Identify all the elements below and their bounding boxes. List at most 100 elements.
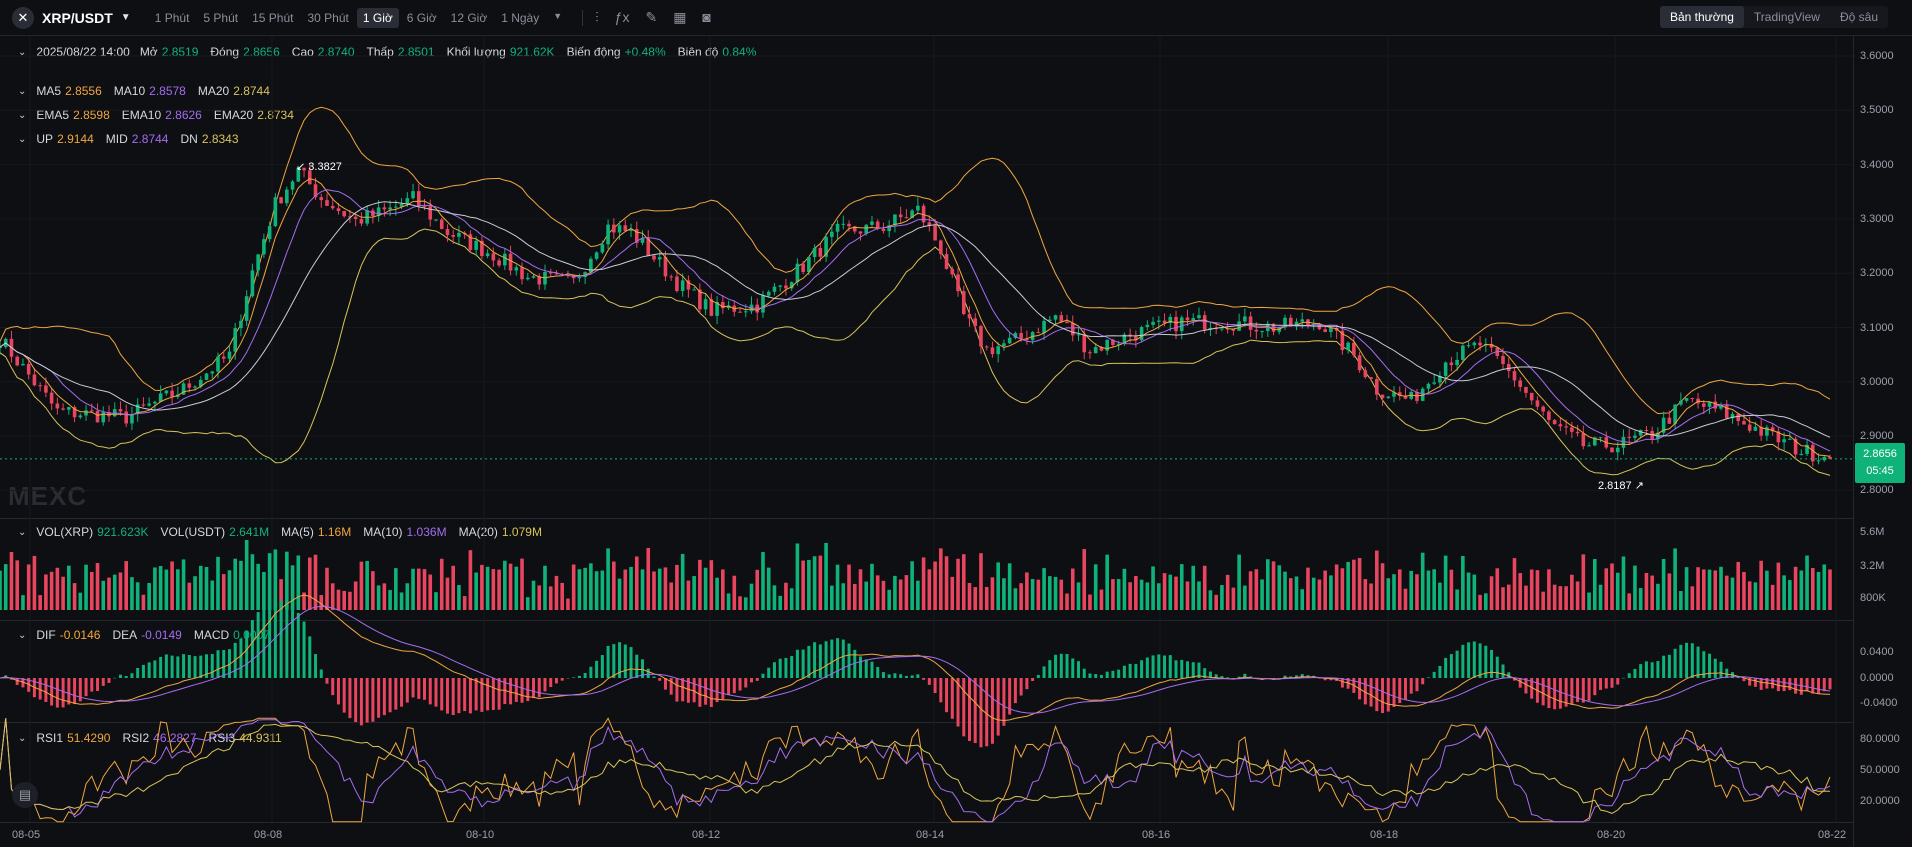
- macd-histogram-bar: [1163, 655, 1167, 678]
- macd-histogram-bar: [1002, 678, 1006, 726]
- volume-bar: [634, 556, 639, 610]
- candle-body: [1506, 363, 1511, 372]
- volume-bar: [1116, 579, 1121, 610]
- volume-bar: [491, 569, 496, 610]
- candle-body: [1375, 378, 1379, 395]
- macd-histogram-bar: [1036, 674, 1040, 678]
- volume-bar: [342, 590, 347, 610]
- volume-bar: [1191, 565, 1196, 610]
- volume-bar: [698, 559, 702, 610]
- volume-bar: [1541, 591, 1545, 610]
- volume-bar: [675, 564, 679, 610]
- macd-histogram-bar: [818, 644, 822, 678]
- volume-bar: [508, 563, 513, 610]
- macd-histogram-bar: [1478, 643, 1482, 678]
- candle-body: [577, 277, 582, 279]
- macd-histogram-bar: [1013, 678, 1017, 704]
- volume-bar: [1088, 594, 1092, 610]
- volume-bar: [434, 592, 438, 610]
- candle-body: [1323, 329, 1327, 332]
- price-tick: 3.2000: [1860, 267, 1894, 280]
- macd-histogram-bar: [566, 678, 570, 679]
- price-scale[interactable]: 3.6000 3.5000 3.4000 3.3000 3.2000 3.1000 3.00…: [1853, 36, 1912, 847]
- macd-histogram-bar: [589, 666, 593, 678]
- candle-body: [78, 415, 83, 418]
- candle-body: [457, 232, 461, 237]
- volume-bar: [824, 542, 828, 610]
- macd-histogram-bar: [491, 678, 495, 710]
- volume-bar: [1076, 582, 1081, 610]
- volume-bar: [439, 558, 444, 610]
- volume-bar: [1644, 572, 1649, 610]
- calendar-icon[interactable]: ▤: [12, 782, 38, 808]
- volume-bar: [399, 592, 404, 610]
- candle-body: [38, 385, 42, 387]
- candle-body: [262, 239, 266, 255]
- volume-bar: [1007, 563, 1012, 610]
- volume-bar: [1300, 589, 1305, 610]
- volume-bar: [158, 566, 163, 610]
- volume-bar: [766, 567, 771, 610]
- candle-body: [738, 311, 742, 313]
- volume-bar: [1030, 579, 1035, 610]
- macd-histogram-bar: [1409, 678, 1413, 694]
- macd-histogram-bar: [354, 678, 358, 723]
- scale-tick: 3.2M: [1860, 560, 1885, 572]
- macd-histogram-bar: [904, 675, 908, 678]
- candle-body: [772, 286, 777, 292]
- macd-histogram-bar: [55, 678, 59, 708]
- volume-bar: [285, 551, 289, 610]
- candle-body: [124, 411, 129, 424]
- date-tick: 08-14: [916, 829, 945, 841]
- macd-histogram-bar: [721, 678, 725, 700]
- candle-body: [1621, 436, 1626, 448]
- candle-body: [858, 231, 863, 234]
- macd-histogram-bar: [1656, 661, 1660, 678]
- candle-body: [508, 253, 513, 271]
- macd-histogram-bar: [1639, 664, 1643, 678]
- macd-histogram-bar: [1076, 661, 1080, 678]
- volume-bar: [738, 596, 742, 610]
- volume-bar: [1518, 573, 1523, 610]
- macd-histogram-bar: [1099, 675, 1103, 678]
- candle-body: [1157, 320, 1161, 322]
- macd-histogram-bar: [1157, 654, 1161, 678]
- macd-histogram-bar: [268, 603, 272, 678]
- candle-body: [250, 270, 255, 297]
- volume-bar: [680, 553, 685, 610]
- volume-bar: [267, 553, 272, 610]
- volume-bar: [336, 589, 341, 610]
- volume-bar: [112, 574, 117, 610]
- macd-histogram-bar: [973, 678, 977, 744]
- candle-body: [1541, 406, 1545, 412]
- date-tick: 08-18: [1370, 829, 1399, 841]
- date-tick: 08-08: [254, 829, 283, 841]
- candle-body: [32, 374, 37, 386]
- candle-body: [623, 225, 628, 231]
- macd-histogram-bar: [411, 678, 415, 698]
- volume-bar: [1231, 587, 1236, 610]
- macd-histogram-bar: [1518, 678, 1522, 688]
- candle-body: [1747, 424, 1752, 431]
- candle-body: [795, 263, 800, 283]
- macd-histogram-bar: [1690, 643, 1694, 678]
- volume-bar: [646, 547, 651, 610]
- candle-body: [1346, 342, 1350, 351]
- macd-histogram-bar: [400, 678, 404, 707]
- volume-bar: [784, 582, 788, 610]
- volume-bar: [348, 591, 352, 610]
- macd-histogram-bar: [738, 678, 742, 691]
- volume-bar: [623, 569, 628, 610]
- macd-histogram-bar: [319, 669, 323, 678]
- volume-bar: [944, 556, 949, 610]
- chart-canvas[interactable]: [0, 0, 1853, 847]
- macd-histogram-bar: [440, 678, 444, 711]
- volume-bar: [388, 590, 392, 610]
- macd-histogram-bar: [709, 678, 713, 707]
- macd-histogram-bar: [1570, 678, 1574, 705]
- volume-bar: [233, 558, 238, 610]
- volume-bar: [239, 560, 243, 610]
- volume-bar: [313, 554, 318, 610]
- candle-body: [388, 207, 392, 210]
- macd-histogram-bar: [365, 678, 369, 723]
